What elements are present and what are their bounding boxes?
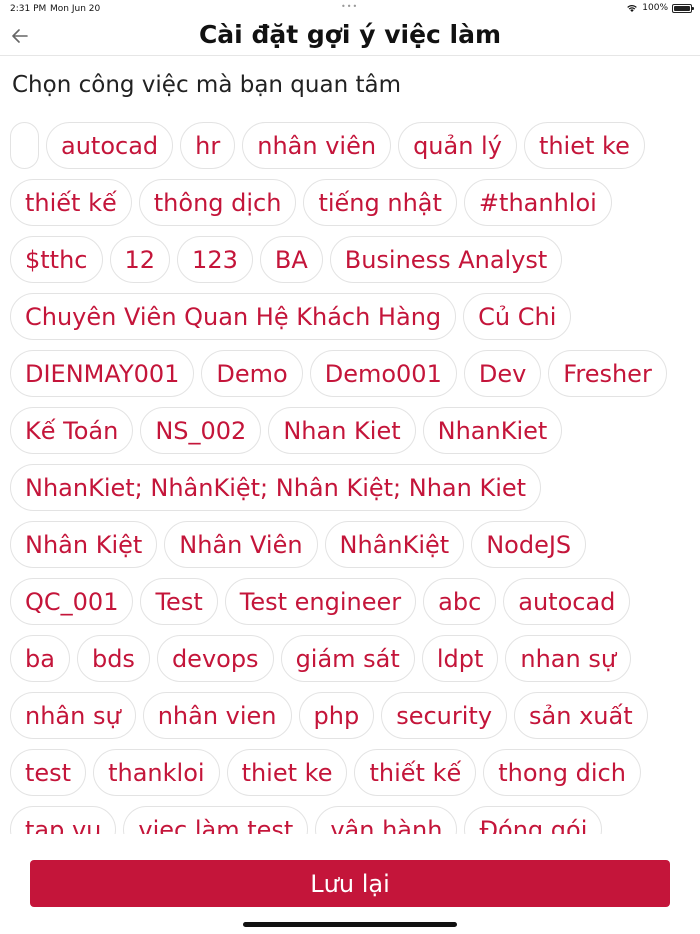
status-date: Mon Jun 20 [50,4,101,14]
page-title: Cài đặt gợi ý việc làm [198,20,502,49]
job-tag[interactable]: NS_002 [140,407,262,454]
job-tag[interactable]: 123 [177,236,253,283]
section-title: Chọn công việc mà bạn quan tâm [12,72,401,98]
job-tag[interactable]: thankloi [93,749,220,796]
status-bar: 2:31 PM Mon Jun 20 ••• 100% [0,0,700,18]
battery-icon [672,3,694,13]
job-tag[interactable]: NhânKiệt [324,521,465,568]
job-tag[interactable]: Fresher [548,350,667,397]
job-tag[interactable]: thiết kế [354,749,477,796]
job-tag[interactable]: $tthc [10,236,103,283]
multitasking-dots: ••• [341,2,359,11]
job-tag[interactable]: #thanhloi [463,179,612,226]
job-tag[interactable]: thiet ke [226,749,348,796]
job-tag[interactable]: Nhan Kiet [268,407,416,454]
screen: 2:31 PM Mon Jun 20 ••• 100% Cài đặt gợi … [0,0,700,934]
home-indicator [243,922,457,927]
job-tag[interactable]: hr [180,122,236,169]
job-tag[interactable]: viec làm test [123,806,309,834]
job-tag[interactable]: vận hành [315,806,458,834]
job-tag[interactable]: NhanKiet [422,407,563,454]
job-tag[interactable]: NodeJS [471,521,587,568]
job-tag[interactable]: BA [259,236,323,283]
job-tag[interactable]: ba [10,635,70,682]
job-tag[interactable]: security [381,692,508,739]
job-tag[interactable]: quản lý [398,122,517,169]
job-tag[interactable]: nhân viên [242,122,392,169]
status-right: 100% [626,3,694,13]
job-tag[interactable]: Nhân Viên [164,521,318,568]
job-tag[interactable]: tap vu [10,806,117,834]
job-tag[interactable]: sản xuất [514,692,648,739]
job-tag[interactable]: Kế Toán [10,407,134,454]
job-tag[interactable]: nhan sự [505,635,632,682]
job-tag[interactable]: autocad [503,578,631,625]
job-tag[interactable]: Demo [201,350,303,397]
job-tag[interactable]: ldpt [421,635,499,682]
status-time: 2:31 PM [10,4,47,14]
job-tag[interactable]: Nhân Kiệt [10,521,158,568]
job-tag[interactable]: Đóng gói [464,806,603,834]
job-tag[interactable]: nhân vien [142,692,292,739]
job-tag[interactable]: abc [423,578,497,625]
job-tag[interactable]: NhanKiet; NhânKiệt; Nhân Kiệt; Nhan Kiet [10,464,542,511]
job-tag[interactable]: Demo001 [309,350,457,397]
job-tag[interactable]: giám sát [280,635,415,682]
tags-list[interactable]: autocad hr nhân viên quản lý thiet ke thiết k… [10,122,690,834]
job-tag[interactable]: devops [156,635,274,682]
job-tag[interactable]: tiếng nhật [303,179,457,226]
job-tag[interactable]: bds [76,635,150,682]
job-tag[interactable]: QC_001 [10,578,134,625]
job-tag[interactable]: thiết kế [10,179,132,226]
header: Cài đặt gợi ý việc làm [0,18,700,56]
job-tag[interactable]: Test engineer [224,578,417,625]
job-tag[interactable]: php [298,692,375,739]
job-tag[interactable]: Dev [463,350,542,397]
job-tag[interactable]: Test [140,578,218,625]
job-tag[interactable]: thiet ke [523,122,645,169]
job-tag[interactable]: Chuyên Viên Quan Hệ Khách Hàng [10,293,457,340]
job-tag[interactable]: test [10,749,87,796]
job-tag[interactable]: thong dich [483,749,641,796]
job-tag[interactable] [10,122,39,169]
job-tag[interactable]: 12 [109,236,171,283]
job-tag[interactable]: thông dịch [138,179,297,226]
job-tag[interactable]: nhân sự [10,692,136,739]
battery-percentage: 100% [642,3,668,13]
job-tag[interactable]: DIENMAY001 [10,350,195,397]
job-tag[interactable]: Củ Chi [463,293,572,340]
job-tag[interactable]: Business Analyst [329,236,563,283]
job-tag[interactable]: autocad [46,122,174,169]
wifi-icon [627,5,638,12]
save-button[interactable]: Lưu lại [30,860,670,907]
